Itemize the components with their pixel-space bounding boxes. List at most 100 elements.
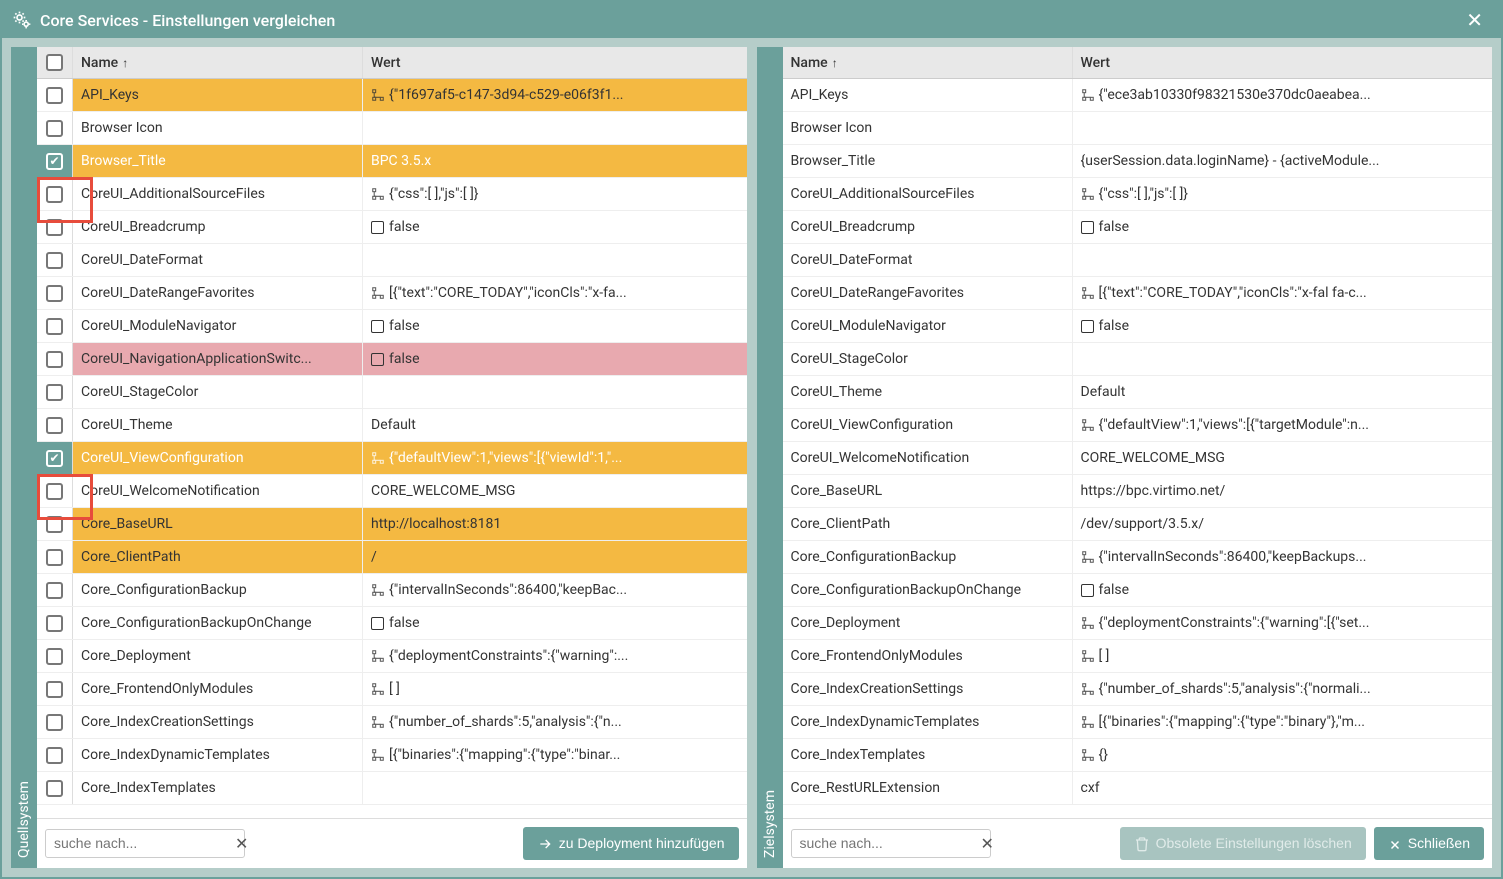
search-input[interactable] [800, 835, 981, 851]
row-checkbox-cell[interactable] [37, 475, 73, 507]
header-checkbox-cell[interactable] [37, 47, 73, 78]
table-row[interactable]: Browser_Title{userSession.data.loginName… [783, 145, 1493, 178]
table-row[interactable]: CoreUI_DateRangeFavorites[{"text":"CORE_… [37, 277, 747, 310]
table-row[interactable]: Core_IndexTemplates{} [783, 739, 1493, 772]
table-row[interactable]: CoreUI_DateFormat [37, 244, 747, 277]
row-checkbox-cell[interactable] [37, 376, 73, 408]
table-row[interactable]: CoreUI_DateFormat [783, 244, 1493, 277]
row-checkbox-cell[interactable] [37, 211, 73, 243]
table-row[interactable]: Browser Icon [783, 112, 1493, 145]
target-grid-body[interactable]: API_Keys{"ece3ab10330f98321530e370dc0aea… [783, 79, 1493, 818]
checkbox-icon[interactable] [46, 384, 63, 401]
table-row[interactable]: CoreUI_StageColor [783, 343, 1493, 376]
target-tab-label[interactable]: Zielsystem [757, 47, 783, 868]
table-row[interactable]: Browser_TitleBPC 3.5.x [37, 145, 747, 178]
table-row[interactable]: CoreUI_AdditionalSourceFiles{"css":[ ],"… [37, 178, 747, 211]
close-button[interactable]: Schließen [1374, 827, 1484, 859]
source-search[interactable]: ✕ [45, 829, 245, 858]
row-checkbox-cell[interactable] [37, 442, 73, 474]
row-checkbox-cell[interactable] [37, 739, 73, 771]
table-row[interactable]: CoreUI_Breadcrumpfalse [783, 211, 1493, 244]
table-row[interactable]: CoreUI_WelcomeNotificationCORE_WELCOME_M… [783, 442, 1493, 475]
target-search[interactable]: ✕ [791, 829, 991, 858]
table-row[interactable]: CoreUI_ViewConfiguration{"defaultView":1… [783, 409, 1493, 442]
table-row[interactable]: CoreUI_DateRangeFavorites[{"text":"CORE_… [783, 277, 1493, 310]
table-row[interactable]: Core_ConfigurationBackupOnChangefalse [783, 574, 1493, 607]
table-row[interactable]: CoreUI_ModuleNavigatorfalse [783, 310, 1493, 343]
table-row[interactable]: CoreUI_Breadcrumpfalse [37, 211, 747, 244]
checkbox-icon[interactable] [46, 417, 63, 434]
clear-icon[interactable]: ✕ [235, 834, 248, 853]
table-row[interactable]: API_Keys{"ece3ab10330f98321530e370dc0aea… [783, 79, 1493, 112]
row-checkbox-cell[interactable] [37, 310, 73, 342]
table-row[interactable]: Core_IndexCreationSettings{"number_of_sh… [37, 706, 747, 739]
table-row[interactable]: Core_Deployment{"deploymentConstraints":… [37, 640, 747, 673]
row-checkbox-cell[interactable] [37, 706, 73, 738]
table-row[interactable]: Core_BaseURLhttp://localhost:8181 [37, 508, 747, 541]
table-row[interactable]: CoreUI_ThemeDefault [783, 376, 1493, 409]
add-deployment-button[interactable]: zu Deployment hinzufügen [523, 827, 739, 860]
table-row[interactable]: Core_ConfigurationBackupOnChangefalse [37, 607, 747, 640]
row-checkbox-cell[interactable] [37, 409, 73, 441]
header-name[interactable]: Name↑ [783, 47, 1073, 78]
table-row[interactable]: Browser Icon [37, 112, 747, 145]
table-row[interactable]: API_Keys{"1f697af5-c147-3d94-c529-e06f3f… [37, 79, 747, 112]
checkbox-icon[interactable] [46, 54, 63, 71]
row-checkbox-cell[interactable] [37, 343, 73, 375]
header-name[interactable]: Name↑ [73, 47, 363, 78]
table-row[interactable]: Core_FrontendOnlyModules[ ] [783, 640, 1493, 673]
checkbox-icon[interactable] [46, 318, 63, 335]
search-input[interactable] [54, 835, 235, 851]
row-checkbox-cell[interactable] [37, 112, 73, 144]
checkbox-icon[interactable] [46, 186, 63, 203]
table-row[interactable]: Core_ConfigurationBackup{"intervalInSeco… [783, 541, 1493, 574]
clear-icon[interactable]: ✕ [981, 834, 994, 853]
source-tab-label[interactable]: Quellsystem [11, 47, 37, 868]
table-row[interactable]: Core_FrontendOnlyModules[ ] [37, 673, 747, 706]
source-grid-body[interactable]: API_Keys{"1f697af5-c147-3d94-c529-e06f3f… [37, 79, 747, 818]
header-value[interactable]: Wert [1073, 47, 1493, 78]
checkbox-icon[interactable] [46, 351, 63, 368]
checkbox-icon[interactable] [46, 285, 63, 302]
table-row[interactable]: Core_ClientPath/dev/support/3.5.x/ [783, 508, 1493, 541]
checkbox-icon[interactable] [46, 615, 63, 632]
row-checkbox-cell[interactable] [37, 79, 73, 111]
table-row[interactable]: CoreUI_ThemeDefault [37, 409, 747, 442]
header-value[interactable]: Wert [363, 47, 747, 78]
checkbox-icon[interactable] [46, 252, 63, 269]
table-row[interactable]: Core_IndexTemplates [37, 772, 747, 805]
close-icon[interactable]: ✕ [1458, 8, 1491, 32]
row-checkbox-cell[interactable] [37, 277, 73, 309]
table-row[interactable]: Core_IndexDynamicTemplates[{"binaries":{… [783, 706, 1493, 739]
table-row[interactable]: Core_ClientPath/ [37, 541, 747, 574]
checkbox-icon[interactable] [46, 87, 63, 104]
checkbox-icon[interactable] [46, 681, 63, 698]
row-checkbox-cell[interactable] [37, 541, 73, 573]
table-row[interactable]: CoreUI_NavigationApplicationSwitc...fals… [37, 343, 747, 376]
checkbox-icon[interactable] [46, 648, 63, 665]
table-row[interactable]: Core_BaseURLhttps://bpc.virtimo.net/ [783, 475, 1493, 508]
table-row[interactable]: Core_ConfigurationBackup{"intervalInSeco… [37, 574, 747, 607]
row-checkbox-cell[interactable] [37, 244, 73, 276]
table-row[interactable]: Core_IndexDynamicTemplates[{"binaries":{… [37, 739, 747, 772]
row-checkbox-cell[interactable] [37, 607, 73, 639]
row-checkbox-cell[interactable] [37, 178, 73, 210]
row-checkbox-cell[interactable] [37, 574, 73, 606]
table-row[interactable]: CoreUI_ViewConfiguration{"defaultView":1… [37, 442, 747, 475]
table-row[interactable]: Core_Deployment{"deploymentConstraints":… [783, 607, 1493, 640]
checkbox-icon[interactable] [46, 450, 63, 467]
row-checkbox-cell[interactable] [37, 772, 73, 804]
checkbox-icon[interactable] [46, 153, 63, 170]
checkbox-icon[interactable] [46, 549, 63, 566]
checkbox-icon[interactable] [46, 780, 63, 797]
checkbox-icon[interactable] [46, 747, 63, 764]
row-checkbox-cell[interactable] [37, 673, 73, 705]
table-row[interactable]: Core_IndexCreationSettings{"number_of_sh… [783, 673, 1493, 706]
row-checkbox-cell[interactable] [37, 508, 73, 540]
table-row[interactable]: CoreUI_AdditionalSourceFiles{"css":[ ],"… [783, 178, 1493, 211]
checkbox-icon[interactable] [46, 483, 63, 500]
checkbox-icon[interactable] [46, 219, 63, 236]
table-row[interactable]: CoreUI_WelcomeNotificationCORE_WELCOME_M… [37, 475, 747, 508]
checkbox-icon[interactable] [46, 516, 63, 533]
checkbox-icon[interactable] [46, 120, 63, 137]
